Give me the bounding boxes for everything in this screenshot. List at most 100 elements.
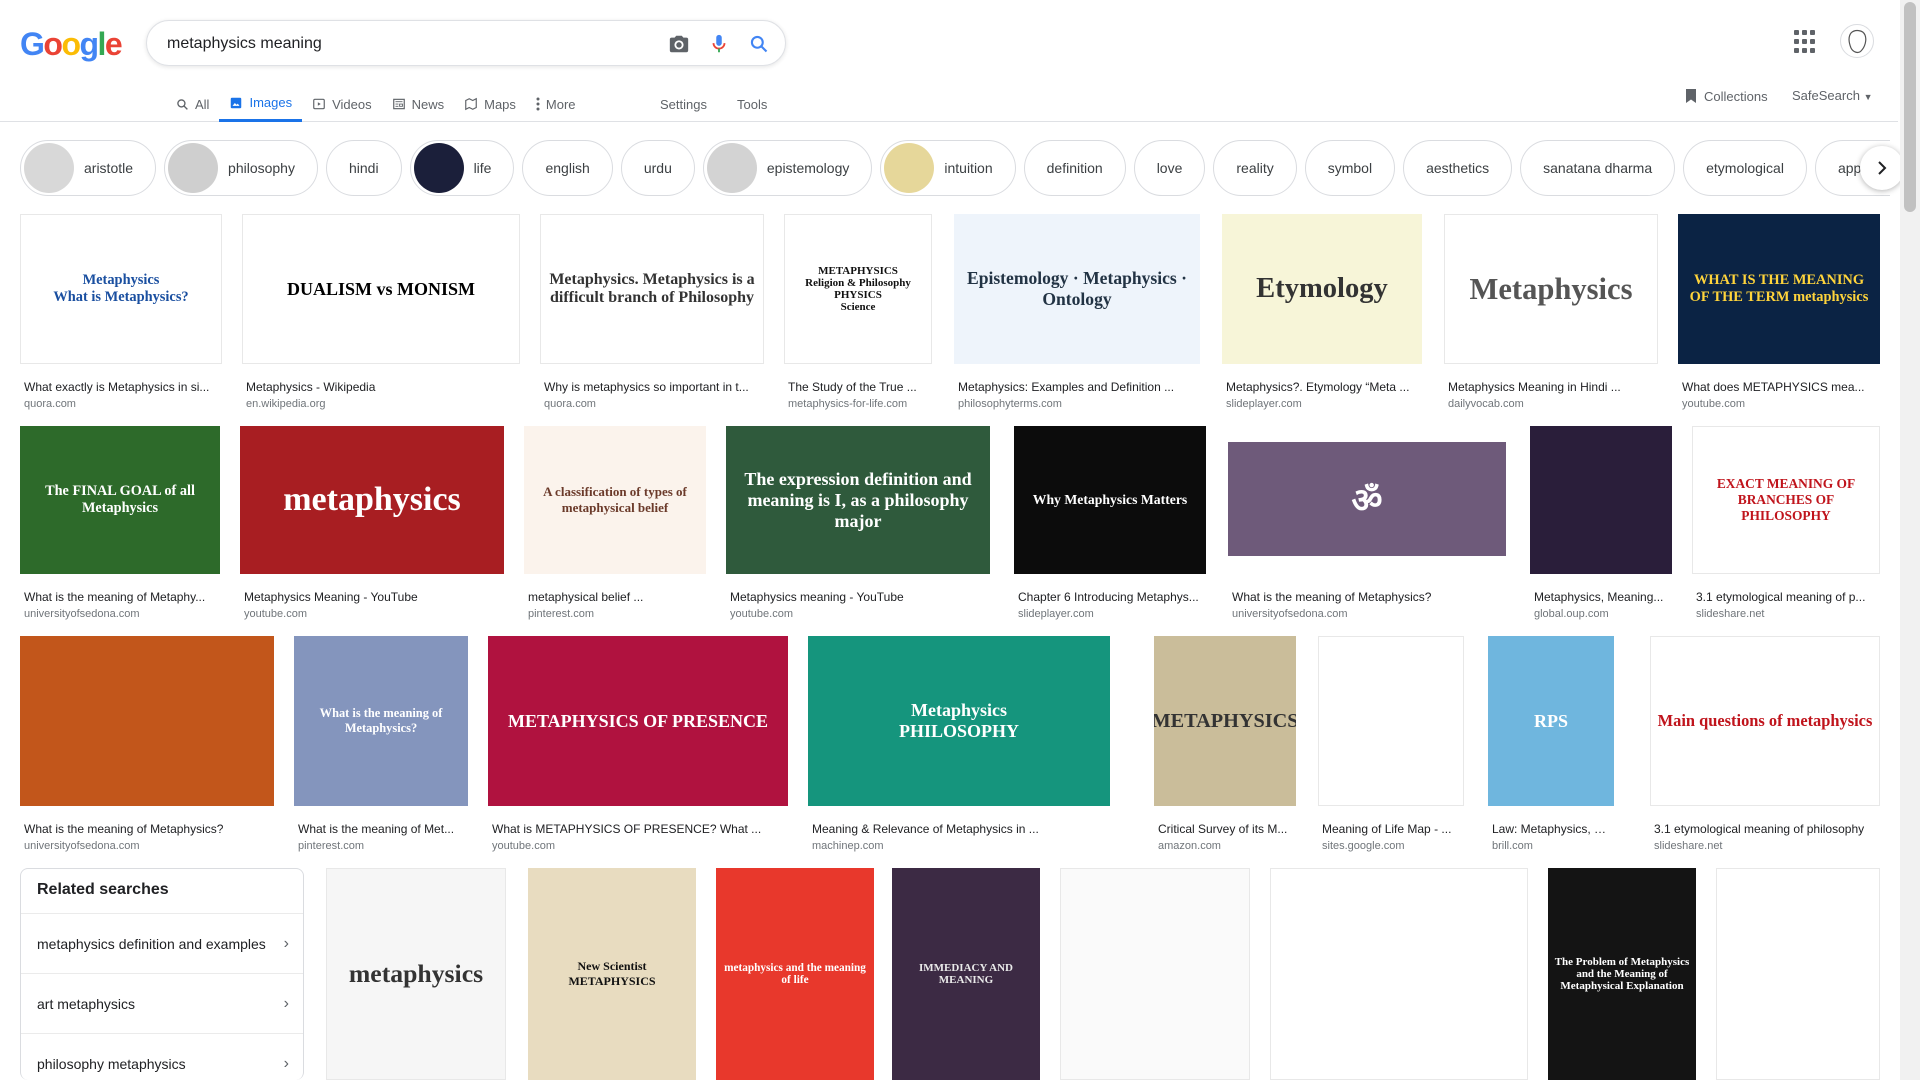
search-input[interactable] — [167, 31, 627, 57]
image-result[interactable]: metaphysics — [326, 868, 506, 1080]
tab-news[interactable]: News — [382, 86, 455, 122]
result-title[interactable]: metaphysical belief ... — [528, 590, 706, 604]
chip-definition[interactable]: definition — [1023, 140, 1126, 196]
result-title[interactable]: Why is metaphysics so important in t... — [544, 380, 764, 394]
result-title[interactable]: Law: Metaphysics, Me... — [1492, 822, 1614, 836]
result-title[interactable]: What is the meaning of Metaphysics? — [1232, 590, 1506, 604]
chip-english[interactable]: english — [522, 140, 613, 196]
image-thumbnail[interactable]: Metaphysics PHILOSOPHY — [808, 636, 1110, 806]
google-logo[interactable]: Google — [20, 26, 123, 63]
image-thumbnail[interactable] — [1060, 868, 1250, 1080]
image-result[interactable]: METAPHYSICS Religion & Philosophy PHYSIC… — [784, 214, 932, 416]
result-title[interactable]: Metaphysics - Wikipedia — [246, 380, 520, 394]
chip-epistemology[interactable]: epistemology — [702, 140, 873, 196]
image-thumbnail[interactable]: Etymology — [1222, 214, 1422, 364]
tools-link[interactable]: Tools — [737, 97, 767, 112]
image-result[interactable]: METAPHYSICS OF PRESENCE What is METAPHYSI… — [488, 636, 788, 858]
image-thumbnail[interactable]: DUALISM vs MONISM — [242, 214, 520, 364]
result-title[interactable]: Meaning of Life Map - ... — [1322, 822, 1464, 836]
avatar[interactable] — [1840, 24, 1874, 58]
image-result[interactable]: Why Metaphysics Matters Chapter 6 Introdu… — [1014, 426, 1206, 626]
chip-etymological[interactable]: etymological — [1683, 140, 1807, 196]
apps-grid-icon[interactable] — [1794, 30, 1818, 54]
result-title[interactable]: Metaphysics, Meaning... — [1534, 590, 1672, 604]
image-result[interactable]: Metaphysics Metaphysics Meaning in Hindi … — [1444, 214, 1658, 416]
result-title[interactable]: Metaphysics: Examples and Definition ... — [958, 380, 1200, 394]
chip-life[interactable]: life — [409, 140, 515, 196]
image-thumbnail[interactable]: The Problem of Metaphysics and the Meani… — [1548, 868, 1696, 1080]
image-result[interactable]: New Scientist METAPHYSICS — [528, 868, 696, 1080]
camera-icon[interactable] — [667, 32, 691, 56]
result-title[interactable]: Metaphysics?. Etymology “Meta ... — [1226, 380, 1422, 394]
related-search-item[interactable]: art metaphysics › — [21, 973, 303, 1033]
result-title[interactable]: What is the meaning of Met... — [298, 822, 468, 836]
image-thumbnail[interactable] — [1318, 636, 1464, 806]
result-title[interactable]: 3.1 etymological meaning of p... — [1696, 590, 1880, 604]
tab-more[interactable]: More — [526, 86, 586, 122]
chip-hindi[interactable]: hindi — [325, 140, 402, 196]
image-thumbnail[interactable] — [1270, 868, 1528, 1080]
image-thumbnail[interactable]: metaphysics and the meaning of life — [716, 868, 874, 1080]
chip-reality[interactable]: reality — [1213, 140, 1297, 196]
image-thumbnail[interactable] — [1530, 426, 1672, 574]
safesearch-dropdown[interactable]: SafeSearch ▼ — [1792, 88, 1872, 103]
image-result[interactable]: EXACT MEANING OF BRANCHES OF PHILOSOPHY 3… — [1692, 426, 1880, 626]
image-thumbnail[interactable]: RPS — [1488, 636, 1614, 806]
result-title[interactable]: What does METAPHYSICS mea... — [1682, 380, 1880, 394]
image-thumbnail[interactable]: Metaphysics What is Metaphysics? — [20, 214, 222, 364]
microphone-icon[interactable] — [707, 32, 731, 56]
chip-intuition[interactable]: intuition — [880, 140, 1016, 196]
result-title[interactable]: Metaphysics Meaning - YouTube — [244, 590, 504, 604]
result-title[interactable]: Metaphysics Meaning in Hindi ... — [1448, 380, 1658, 394]
tab-images[interactable]: Images — [219, 86, 303, 122]
image-result[interactable]: A classification of types of metaphysica… — [524, 426, 706, 626]
image-thumbnail[interactable]: The expression definition and meaning is… — [726, 426, 990, 574]
related-search-item[interactable]: metaphysics definition and examples › — [21, 913, 303, 973]
image-thumbnail[interactable]: metaphysics — [240, 426, 504, 574]
result-title[interactable]: Chapter 6 Introducing Metaphys... — [1018, 590, 1206, 604]
image-thumbnail[interactable]: Epistemology · Metaphysics · Ontology — [954, 214, 1200, 364]
image-result[interactable]: Etymology Metaphysics?. Etymology “Meta .… — [1222, 214, 1422, 416]
image-result[interactable]: Metaphysics PHILOSOPHY Meaning & Relevanc… — [808, 636, 1110, 858]
image-thumbnail[interactable]: Why Metaphysics Matters — [1014, 426, 1206, 574]
image-thumbnail[interactable]: metaphysics — [326, 868, 506, 1080]
image-result[interactable]: metaphysics Metaphysics Meaning - YouTube… — [240, 426, 504, 626]
image-result[interactable]: What is the meaning of Metaphysics? unive… — [20, 636, 274, 858]
image-thumbnail[interactable]: A classification of types of metaphysica… — [524, 426, 706, 574]
chip-sanatana-dharma[interactable]: sanatana dharma — [1520, 140, 1676, 196]
image-result[interactable]: Epistemology · Metaphysics · Ontology Met… — [954, 214, 1200, 416]
image-thumbnail[interactable]: Metaphysics. Metaphysics is a difficult … — [540, 214, 764, 364]
result-title[interactable]: Metaphysics meaning - YouTube — [730, 590, 990, 604]
chip-philosophy[interactable]: philosophy — [164, 140, 318, 196]
image-result[interactable]: RPS Law: Metaphysics, Me... brill.com — [1488, 636, 1614, 858]
image-result[interactable]: DUALISM vs MONISM Metaphysics - Wikipedia… — [242, 214, 520, 416]
image-result[interactable]: IMMEDIACY AND MEANING — [892, 868, 1040, 1080]
search-icon[interactable] — [747, 32, 771, 56]
image-result[interactable]: ॐ What is the meaning of Metaphysics? univ… — [1228, 442, 1506, 626]
result-title[interactable]: What is METAPHYSICS OF PRESENCE? What ..… — [492, 822, 788, 836]
image-result[interactable]: The expression definition and meaning is… — [726, 426, 990, 626]
settings-link[interactable]: Settings — [660, 97, 707, 112]
image-thumbnail[interactable]: EXACT MEANING OF BRANCHES OF PHILOSOPHY — [1692, 426, 1880, 574]
image-thumbnail[interactable]: New Scientist METAPHYSICS — [528, 868, 696, 1080]
chip-symbol[interactable]: symbol — [1304, 140, 1396, 196]
image-result[interactable]: Meaning of Life Map - ... sites.google.co… — [1318, 636, 1464, 858]
scrollbar[interactable] — [1900, 0, 1920, 1080]
chip-love[interactable]: love — [1133, 140, 1206, 196]
image-result[interactable]: Metaphysics, Meaning... global.oup.com — [1530, 426, 1672, 626]
image-thumbnail[interactable]: METAPHYSICS OF PRESENCE — [488, 636, 788, 806]
image-thumbnail[interactable] — [20, 636, 274, 806]
image-thumbnail[interactable]: Metaphysics — [1444, 214, 1658, 364]
image-result[interactable]: metaphysics and the meaning of life — [716, 868, 874, 1080]
image-thumbnail[interactable] — [1716, 868, 1880, 1080]
chevron-right-icon[interactable] — [1860, 146, 1904, 190]
image-thumbnail[interactable]: The FINAL GOAL of all Metaphysics — [20, 426, 220, 574]
image-result[interactable] — [1270, 868, 1528, 1080]
image-result[interactable]: Metaphysics. Metaphysics is a difficult … — [540, 214, 764, 416]
result-title[interactable]: The Study of the True ... — [788, 380, 932, 394]
collections-link[interactable]: Collections — [1684, 88, 1768, 104]
chip-aesthetics[interactable]: aesthetics — [1403, 140, 1513, 196]
image-result[interactable]: The FINAL GOAL of all Metaphysics What is… — [20, 426, 220, 626]
image-thumbnail[interactable]: METAPHYSICS — [1154, 636, 1296, 806]
image-thumbnail[interactable]: IMMEDIACY AND MEANING — [892, 868, 1040, 1080]
